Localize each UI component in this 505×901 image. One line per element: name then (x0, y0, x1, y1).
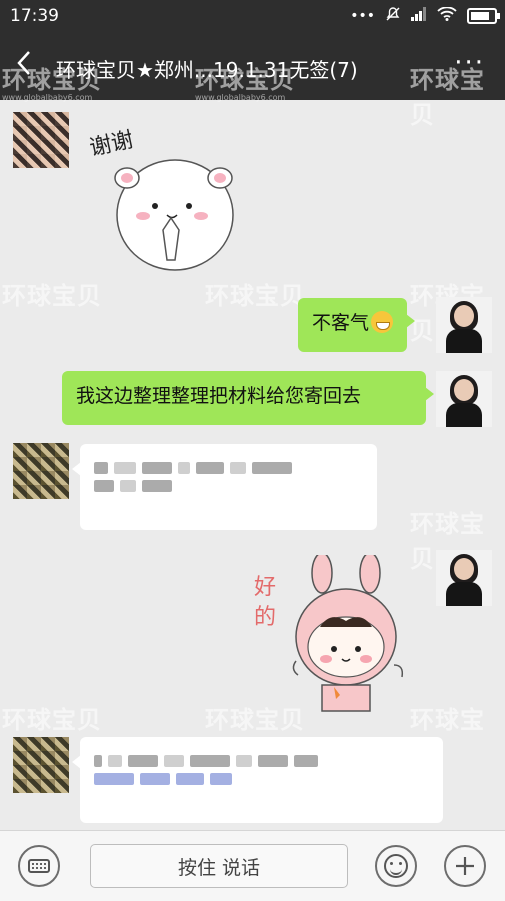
avatar[interactable] (13, 737, 69, 793)
wifi-icon (437, 6, 457, 25)
sticker-thanks[interactable]: 谢谢 (85, 120, 245, 280)
mute-icon (385, 6, 401, 26)
smiley-icon[interactable] (375, 845, 417, 887)
message-text: 我这边整理整理把材料给您寄回去 (76, 385, 362, 407)
plus-icon[interactable] (444, 845, 486, 887)
sticker-caption: 好的 (254, 575, 277, 630)
keyboard-icon[interactable] (18, 845, 60, 887)
grin-emoji-icon (371, 311, 394, 333)
chat-area[interactable]: 环球宝贝 www.globalbaby6.com 环球宝贝 www.globalba… (0, 66, 505, 830)
chat-title: 环球宝贝★郑州...19.1.31无签(7) (56, 58, 358, 82)
avatar[interactable] (436, 297, 492, 353)
input-bar: 按住 说话 (0, 830, 505, 901)
status-time: 17:39 (10, 6, 59, 26)
signal-icon (411, 7, 427, 25)
message-bubble[interactable]: 我这边整理整理把材料给您寄回去 (62, 371, 434, 425)
message-text: 不客气 (312, 312, 370, 334)
status-bar: 17:39 ••• (0, 0, 505, 34)
avatar[interactable] (436, 371, 492, 427)
avatar[interactable] (13, 112, 69, 168)
message-bubble-redacted[interactable] (72, 444, 377, 530)
battery-icon (467, 8, 500, 24)
message-bubble-redacted[interactable] (72, 737, 443, 823)
sticker-ok[interactable]: 好的 (254, 552, 412, 725)
more-dots-icon: ••• (350, 8, 375, 24)
watermark: 环球宝贝 (2, 282, 102, 310)
ellipsis-icon[interactable]: ··· (454, 48, 485, 78)
chevron-left-icon[interactable] (16, 50, 32, 82)
message-bubble[interactable]: 不客气 (298, 298, 416, 352)
avatar[interactable] (436, 550, 492, 606)
status-icons: ••• (350, 6, 500, 26)
watermark: 环球宝贝 (205, 282, 305, 310)
watermark: 环球宝贝 (2, 706, 102, 734)
avatar[interactable] (13, 443, 69, 499)
chat-header: 环球宝贝★郑州...19.1.31无签(7) ··· (0, 34, 505, 100)
hold-to-talk-button[interactable]: 按住 说话 (90, 844, 348, 888)
